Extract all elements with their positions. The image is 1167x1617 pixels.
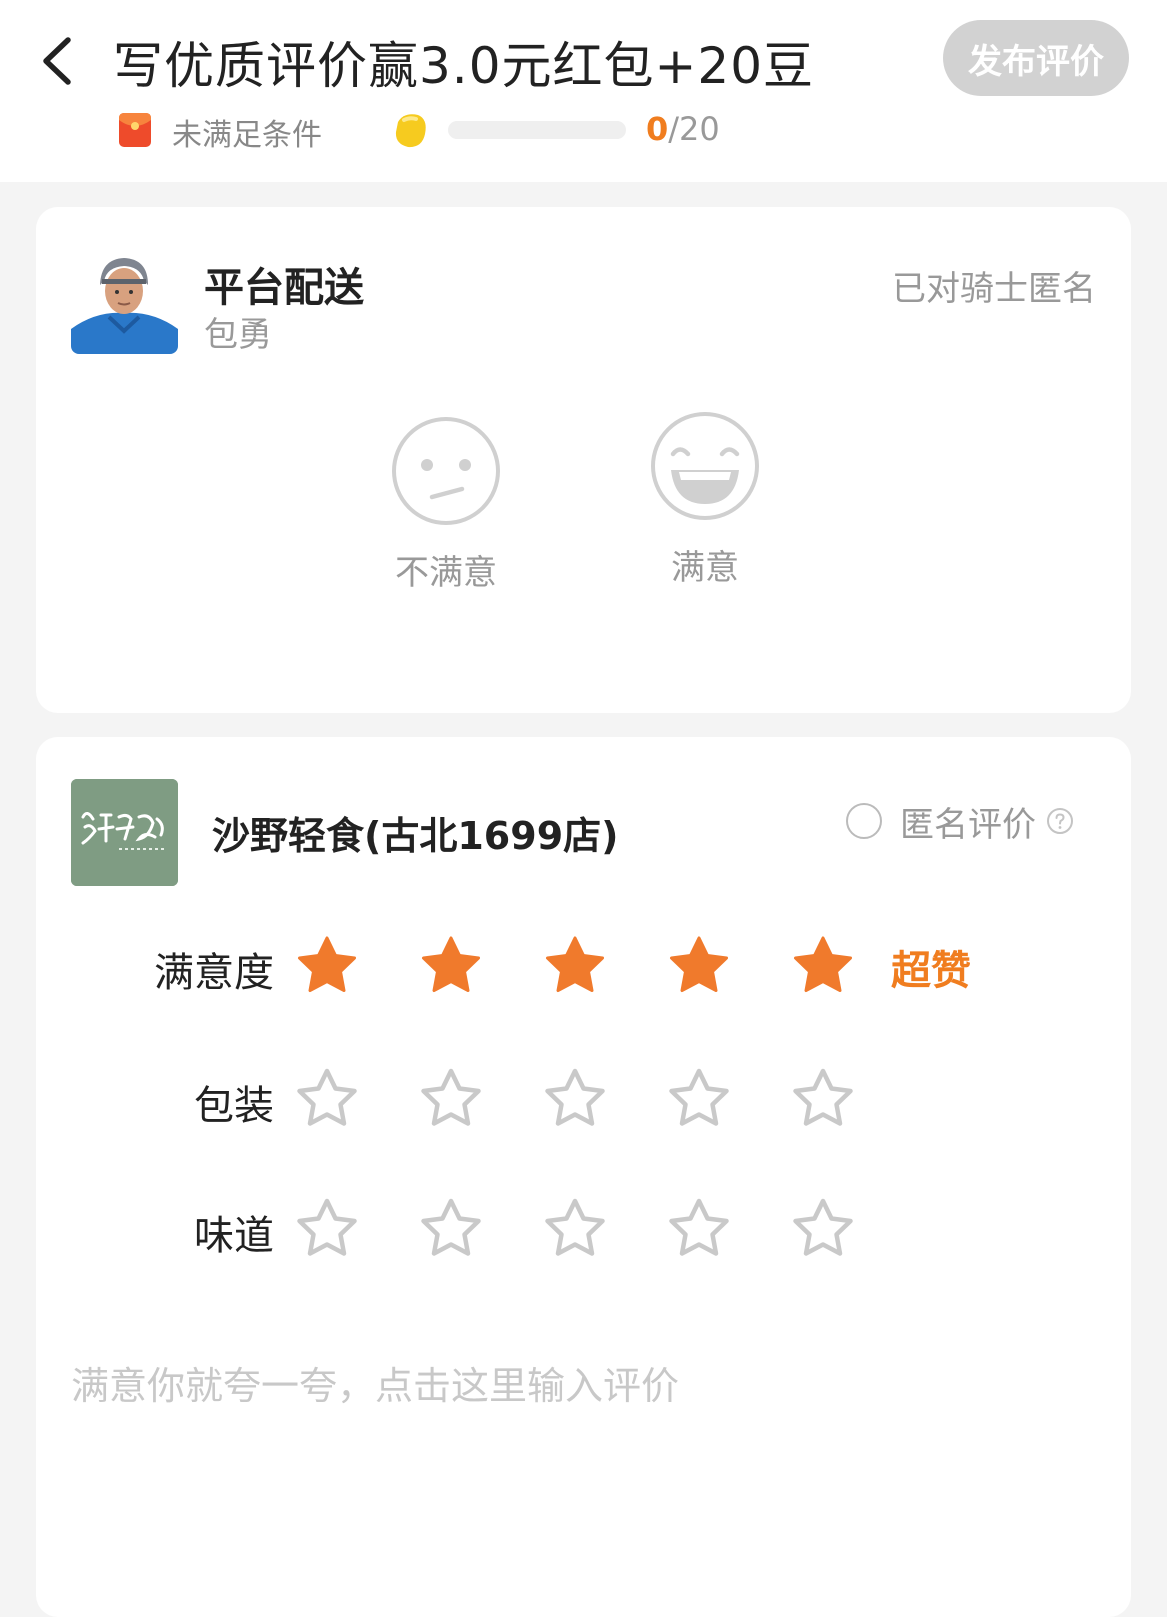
shop-name: 沙野轻食(古北1699店) bbox=[212, 814, 619, 858]
rider-name: 包勇 bbox=[204, 315, 272, 355]
rating-label: 满意度 bbox=[154, 950, 274, 996]
star-empty-icon[interactable] bbox=[542, 1065, 608, 1131]
chevron-left-icon bbox=[43, 37, 71, 85]
star-empty-icon[interactable] bbox=[418, 1195, 484, 1261]
condition-status: 未满足条件 bbox=[172, 118, 322, 153]
star-empty-icon[interactable] bbox=[542, 1195, 608, 1261]
rating-label: 包装 bbox=[194, 1083, 274, 1129]
back-button[interactable] bbox=[30, 28, 90, 92]
publish-review-button[interactable]: 发布评价 bbox=[943, 20, 1129, 96]
rating-label: 味道 bbox=[194, 1213, 274, 1259]
star-filled-icon[interactable] bbox=[666, 932, 732, 998]
star-rating bbox=[294, 932, 914, 998]
rider-avatar bbox=[71, 247, 178, 354]
satisfied-label: 满意 bbox=[671, 548, 739, 588]
rating-row-packaging: 包装 bbox=[36, 1065, 1131, 1135]
star-rating bbox=[294, 1065, 914, 1131]
star-filled-icon[interactable] bbox=[790, 932, 856, 998]
dissatisfied-label: 不满意 bbox=[395, 553, 497, 593]
star-filled-icon[interactable] bbox=[542, 932, 608, 998]
progress-count: 0/20 bbox=[646, 110, 720, 148]
shop-card: 沙野轻食(古北1699店) 匿名评价 满意度 超赞 包装 味道 bbox=[36, 737, 1131, 1617]
star-empty-icon[interactable] bbox=[666, 1065, 732, 1131]
progress-bar bbox=[448, 121, 626, 139]
star-empty-icon[interactable] bbox=[790, 1195, 856, 1261]
help-icon[interactable] bbox=[1046, 807, 1074, 835]
rating-word: 超赞 bbox=[891, 948, 971, 994]
bean-icon bbox=[392, 110, 430, 150]
delivery-type: 平台配送 bbox=[204, 265, 364, 311]
neutral-face-icon bbox=[392, 417, 500, 525]
star-empty-icon[interactable] bbox=[790, 1065, 856, 1131]
star-empty-icon[interactable] bbox=[666, 1195, 732, 1261]
dissatisfied-option[interactable]: 不满意 bbox=[381, 415, 511, 594]
red-envelope-icon bbox=[118, 112, 152, 148]
star-empty-icon[interactable] bbox=[418, 1065, 484, 1131]
shop-logo bbox=[71, 779, 178, 886]
delivery-card: 平台配送 包勇 已对骑士匿名 不满意 满意 bbox=[36, 207, 1131, 713]
satisfied-option[interactable]: 满意 bbox=[640, 410, 770, 589]
anonymous-note: 已对骑士匿名 bbox=[892, 269, 1096, 309]
review-input[interactable] bbox=[71, 1355, 1091, 1555]
anonymous-review-label: 匿名评价 bbox=[900, 804, 1036, 845]
anonymous-review-toggle[interactable]: 匿名评价 bbox=[846, 799, 1074, 845]
star-empty-icon[interactable] bbox=[294, 1065, 360, 1131]
star-filled-icon[interactable] bbox=[294, 932, 360, 998]
star-empty-icon[interactable] bbox=[294, 1195, 360, 1261]
anonymous-radio[interactable] bbox=[846, 803, 882, 839]
rating-row-taste: 味道 bbox=[36, 1195, 1131, 1265]
page-title: 写优质评价赢3.0元红包+20豆 bbox=[113, 37, 815, 95]
star-rating bbox=[294, 1195, 914, 1261]
star-filled-icon[interactable] bbox=[418, 932, 484, 998]
header: 写优质评价赢3.0元红包+20豆 发布评价 未满足条件 0/20 bbox=[0, 0, 1167, 182]
rating-row-satisfaction: 满意度 超赞 bbox=[36, 932, 1131, 1002]
laughing-face-icon bbox=[651, 412, 759, 520]
